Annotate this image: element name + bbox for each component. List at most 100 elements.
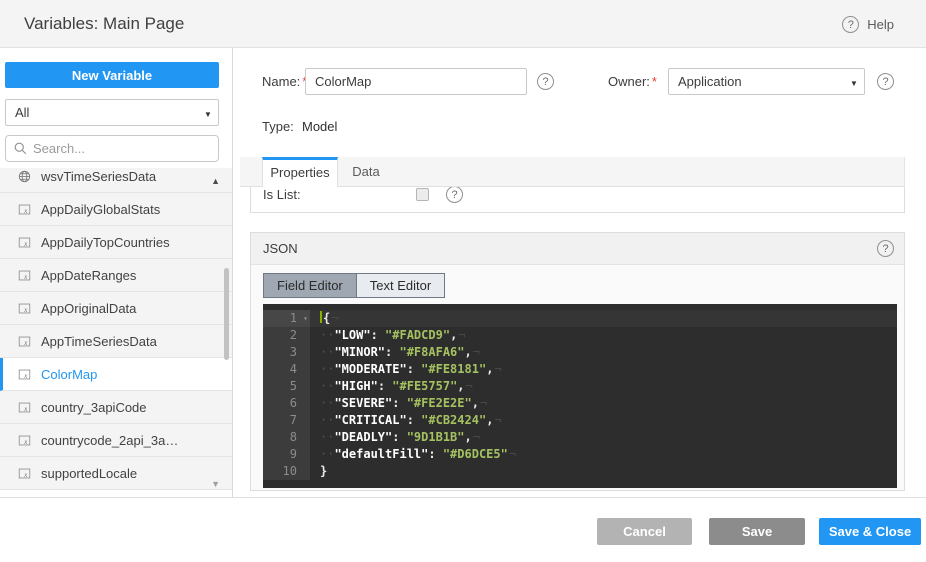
list-item[interactable]: x ColorMap [0, 358, 232, 391]
variable-icon: x [17, 368, 31, 382]
list-item[interactable]: xAppDailyGlobalStats [0, 193, 232, 226]
list-item[interactable]: x AppTimeSeriesData [0, 325, 232, 358]
list-item[interactable]: x supportedLocale [0, 457, 232, 490]
list-item-label: AppTimeSeriesData [41, 334, 157, 349]
chevron-down-icon [198, 105, 218, 120]
list-item[interactable]: x AppDateRanges [0, 259, 232, 292]
globe-icon [17, 170, 31, 184]
variable-list: wsvTimeSeriesDataxAppDailyGlobalStatsxAp… [0, 168, 232, 497]
scroll-down-icon[interactable] [211, 479, 220, 489]
scroll-up-icon[interactable] [211, 176, 220, 186]
list-item-label: AppOriginalData [41, 301, 136, 316]
variable-editor-panel: Name:* Owner:* Application Type: Model P… [233, 48, 926, 562]
search-input[interactable] [33, 141, 193, 156]
variables-sidebar: New Variable All wsvTimeSeriesDataxAppDa… [0, 48, 233, 497]
help-icon [842, 16, 859, 33]
variable-icon: x [17, 401, 31, 415]
dialog-header: Variables: Main Page Help [0, 0, 926, 48]
is-list-help-icon[interactable] [446, 187, 463, 203]
save-button[interactable]: Save [709, 518, 805, 545]
list-item[interactable]: x AppDailyTopCountries [0, 226, 232, 259]
footer-divider [0, 497, 926, 498]
line-number: 3 [263, 344, 310, 361]
list-item[interactable]: wsvTimeSeriesData [0, 168, 232, 193]
search-icon [14, 142, 27, 155]
variable-icon: x [17, 467, 31, 481]
code-line[interactable]: 7··"CRITICAL": "#CB2424",¬ [263, 412, 897, 429]
text-cursor [320, 311, 322, 323]
line-number: 10 [263, 463, 310, 480]
code-line[interactable]: 6··"SEVERE": "#FE2E2E",¬ [263, 395, 897, 412]
variable-icon: x [17, 434, 31, 448]
variable-icon: x [17, 236, 31, 250]
line-number: 6 [263, 395, 310, 412]
list-item-label: country_3apiCode [41, 400, 147, 415]
json-section-title: JSON [263, 233, 298, 265]
list-item-label: ColorMap [41, 367, 97, 382]
line-number: 7 [263, 412, 310, 429]
owner-selected-value: Application [669, 74, 844, 89]
new-variable-button[interactable]: New Variable [5, 62, 219, 88]
properties-groupbox: Is List: [250, 187, 905, 213]
name-help-icon[interactable] [537, 73, 554, 90]
variable-icon: x [17, 302, 31, 316]
list-item-label: supportedLocale [41, 466, 137, 481]
json-code-editor[interactable]: 1{¬2··"LOW": "#FADCD9",¬3··"MINOR": "#F8… [263, 304, 897, 488]
code-line[interactable]: 1{¬ [263, 310, 897, 327]
is-list-checkbox[interactable] [416, 188, 429, 201]
line-number: 4 [263, 361, 310, 378]
help-button[interactable]: Help [842, 0, 894, 48]
type-field-label: Type: [262, 118, 294, 136]
variables-dialog: Variables: Main Page Help New Variable A… [0, 0, 926, 562]
list-item-label: AppDateRanges [41, 268, 136, 283]
required-asterisk: * [652, 74, 657, 89]
code-line[interactable]: 4··"MODERATE": "#FE8181",¬ [263, 361, 897, 378]
name-field-label: Name:* [262, 68, 307, 95]
page-title: Variables: Main Page [24, 0, 184, 48]
owner-field-label: Owner:* [608, 68, 657, 95]
owner-dropdown[interactable]: Application [668, 68, 865, 95]
save-and-close-button[interactable]: Save & Close [819, 518, 921, 545]
list-item[interactable]: x countrycode_2api_3a… [0, 424, 232, 457]
code-line[interactable]: 5··"HIGH": "#FE5757",¬ [263, 378, 897, 395]
help-label: Help [867, 17, 894, 32]
line-number: 1 [263, 310, 310, 327]
line-number: 5 [263, 378, 310, 395]
variable-icon: x [17, 335, 31, 349]
is-list-label: Is List: [263, 187, 413, 202]
tab-data[interactable]: Data [338, 157, 394, 187]
line-number: 9 [263, 446, 310, 463]
json-editor-mode-toggle: Field Editor Text Editor [263, 273, 445, 298]
filter-selected-value: All [6, 105, 198, 120]
field-editor-button[interactable]: Field Editor [264, 274, 356, 297]
list-item-label: AppDailyGlobalStats [41, 202, 160, 217]
line-number: 2 [263, 327, 310, 344]
json-help-icon[interactable] [877, 240, 894, 257]
variable-filter-dropdown[interactable]: All [5, 99, 219, 126]
list-item[interactable]: x AppOriginalData [0, 292, 232, 325]
variable-search[interactable] [5, 135, 219, 162]
json-groupbox: JSON Field Editor Text Editor 1{¬2··"LOW… [250, 232, 905, 491]
code-line[interactable]: 8··"DEADLY": "9D1B1B",¬ [263, 429, 897, 446]
text-editor-button[interactable]: Text Editor [356, 274, 444, 297]
owner-help-icon[interactable] [877, 73, 894, 90]
code-line[interactable]: 9··"defaultFill": "#D6DCE5"¬ [263, 446, 897, 463]
line-number: 8 [263, 429, 310, 446]
list-item-label: countrycode_2api_3a… [41, 433, 178, 448]
tab-properties[interactable]: Properties [262, 157, 338, 188]
editor-tabstrip: Properties Data [240, 157, 905, 187]
json-section-header: JSON [251, 233, 904, 265]
list-item[interactable]: x country_3apiCode [0, 391, 232, 424]
code-line[interactable]: 2··"LOW": "#FADCD9",¬ [263, 327, 897, 344]
list-item-label: AppDailyTopCountries [41, 235, 170, 250]
fold-arrow-icon[interactable] [303, 310, 308, 327]
scrollbar-thumb[interactable] [224, 268, 229, 360]
name-input[interactable] [305, 68, 527, 95]
cancel-button[interactable]: Cancel [597, 518, 692, 545]
list-item-label: wsvTimeSeriesData [41, 169, 156, 184]
chevron-down-icon [844, 74, 864, 89]
type-value: Model [302, 118, 337, 136]
code-line[interactable]: 10} [263, 463, 897, 480]
code-line[interactable]: 3··"MINOR": "#F8AFA6",¬ [263, 344, 897, 361]
variable-icon: x [17, 269, 31, 283]
